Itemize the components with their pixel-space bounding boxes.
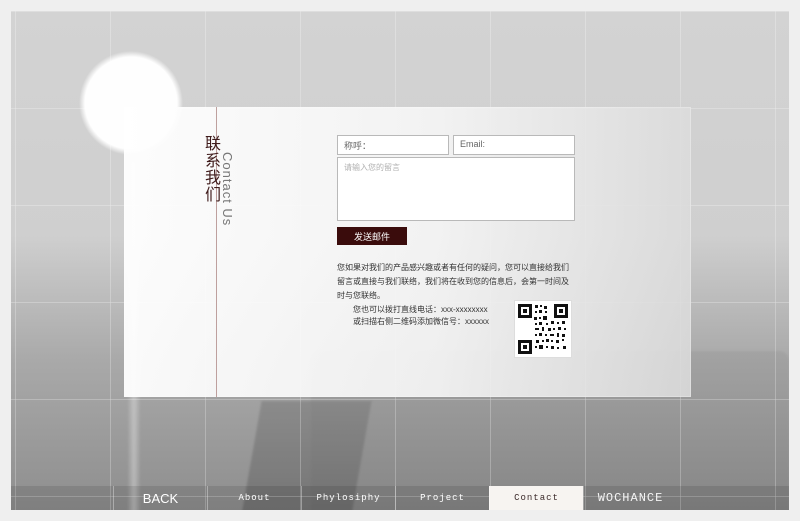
message-textarea[interactable]: 请输入您的留言 xyxy=(337,157,575,221)
email-input[interactable]: Email: xyxy=(453,135,575,155)
nav-contact[interactable]: Contact xyxy=(489,486,583,510)
bottom-nav: BACK About Phylosiphy Project Contact WO… xyxy=(11,486,789,510)
contact-title-en: Contact Us xyxy=(220,152,235,227)
nav-project[interactable]: Project xyxy=(395,486,489,510)
name-input[interactable]: 称呼： xyxy=(337,135,449,155)
contact-description: 您如果对我们的产品感兴趣或者有任何的疑问，您可以直接给我们留言或直接与我们联络，… xyxy=(337,263,569,300)
send-email-button[interactable]: 发送邮件 xyxy=(337,227,407,245)
phone-line: 您也可以拨打直线电话：xxx-xxxxxxxx xyxy=(353,305,488,314)
nav-wochance[interactable]: WOCHANCE xyxy=(583,486,677,510)
nav-philosophy[interactable]: Phylosiphy xyxy=(301,486,395,510)
nav-back[interactable]: BACK xyxy=(113,486,207,510)
wechat-line: 或扫描右侧二维码添加微信号：xxxxxx xyxy=(353,317,489,326)
background-frame: 联系我们 Contact Us 称呼： Email: 请输入您的留言 发送邮件 … xyxy=(11,11,789,510)
contact-panel: 联系我们 Contact Us 称呼： Email: 请输入您的留言 发送邮件 … xyxy=(124,107,691,397)
qr-code-icon xyxy=(514,300,572,358)
nav-about[interactable]: About xyxy=(207,486,301,510)
